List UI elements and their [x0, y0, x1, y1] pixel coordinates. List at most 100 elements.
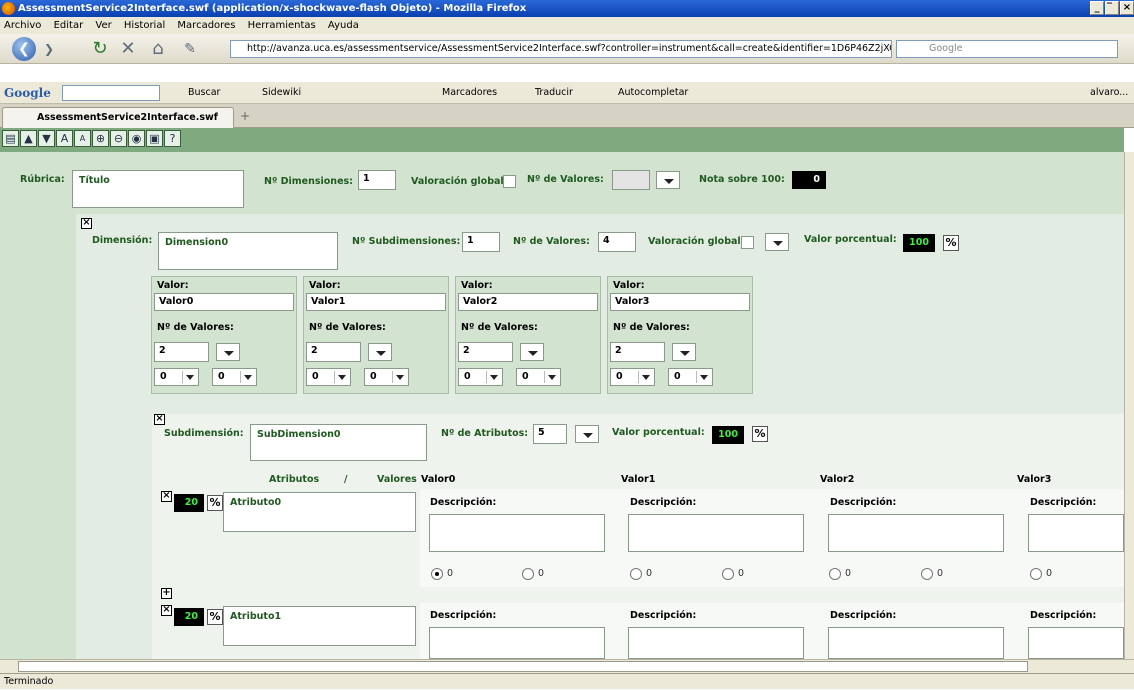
dim-global-dropdown[interactable] — [765, 233, 789, 251]
attr1-desc-input-2[interactable] — [828, 627, 1004, 659]
attr0-radio-6[interactable] — [1030, 568, 1042, 580]
tab-active[interactable]: AssessmentService2Interface.swf (... — [2, 107, 234, 143]
attr0-radio-1[interactable] — [522, 568, 534, 580]
up-arrow-icon[interactable]: ▲ — [20, 130, 37, 147]
subdimension-name-input[interactable]: SubDimension0 — [250, 424, 427, 461]
value-name-input-0[interactable]: Valor0 — [154, 293, 294, 311]
value-nv-input-2[interactable]: 2 — [458, 342, 513, 362]
help-icon[interactable]: ? — [164, 130, 181, 147]
google-user[interactable]: alvaro... — [1090, 82, 1128, 104]
n-attr-dropdown[interactable] — [575, 425, 599, 443]
menu-editar[interactable]: Editar — [54, 20, 84, 31]
attr0-radio-label-0: 0 — [447, 568, 454, 579]
attr0-radio-5[interactable] — [921, 568, 933, 580]
dim-pct-button[interactable]: % — [943, 235, 959, 251]
n-vals-dropdown[interactable] — [656, 171, 680, 189]
n-vals-input[interactable] — [612, 170, 650, 190]
wrench-icon[interactable]: ✎ — [180, 38, 200, 60]
attr1-pct-button[interactable]: % — [207, 609, 223, 625]
value-nv-input-0[interactable]: 2 — [154, 342, 209, 362]
attr0-name-input[interactable]: Atributo0 — [223, 492, 416, 532]
value-max-select-3[interactable]: 0 — [668, 368, 713, 386]
attr0-desc-input-3[interactable] — [1028, 514, 1124, 552]
value-max-select-0[interactable]: 0 — [212, 368, 257, 386]
down-arrow-icon[interactable]: ▼ — [38, 130, 55, 147]
value-nv-dropdown-1[interactable] — [368, 343, 392, 361]
zoom-in-icon[interactable]: ⊕ — [92, 130, 109, 147]
value-name-input-1[interactable]: Valor1 — [306, 293, 446, 311]
menu-herramientas[interactable]: Herramientas — [248, 20, 316, 31]
font-large-icon[interactable]: A — [56, 130, 73, 147]
print-icon[interactable]: ▣ — [146, 130, 163, 147]
google-marcadores[interactable]: Marcadores — [442, 82, 497, 104]
remove-attribute-0-button[interactable]: × — [161, 491, 172, 502]
value-nv-dropdown-3[interactable] — [672, 343, 696, 361]
menu-ver[interactable]: Ver — [95, 20, 111, 31]
attr1-desc-input-3[interactable] — [1028, 627, 1124, 659]
dimension-name-input[interactable]: Dimension0 — [158, 232, 338, 270]
close-button[interactable]: × — [1120, 1, 1134, 15]
vertical-scrollbar[interactable] — [1124, 152, 1134, 659]
value-min-select-1[interactable]: 0 — [306, 368, 351, 386]
attr0-radio-4[interactable] — [829, 568, 841, 580]
google-autocompletar[interactable]: Autocompletar — [618, 82, 688, 104]
stop-icon[interactable]: ✕ — [118, 38, 138, 60]
menu-marcadores[interactable]: Marcadores — [177, 20, 235, 31]
minimize-button[interactable]: _ — [1090, 1, 1104, 15]
sub-pct-button[interactable]: % — [752, 426, 768, 442]
attr0-radio-3[interactable] — [722, 568, 734, 580]
value-name-input-3[interactable]: Valor3 — [610, 293, 750, 311]
url-bar[interactable]: http://avanza.uca.es/assessmentservice/A… — [230, 40, 892, 58]
menu-historial[interactable]: Historial — [124, 20, 165, 31]
rubric-title-input[interactable]: Título — [72, 170, 244, 208]
attr0-pct-button[interactable]: % — [207, 495, 223, 511]
value-nv-dropdown-0[interactable] — [216, 343, 240, 361]
value-min-select-0[interactable]: 0 — [154, 368, 199, 386]
zoom-out-icon[interactable]: ⊖ — [110, 130, 127, 147]
attr0-desc-input-2[interactable] — [828, 514, 1004, 552]
attr0-desc-input-1[interactable] — [628, 514, 804, 552]
new-tab-button[interactable]: + — [240, 109, 250, 123]
remove-subdimension-button[interactable]: × — [154, 414, 165, 425]
value-min-select-2[interactable]: 0 — [458, 368, 503, 386]
horizontal-scrollbar[interactable] — [0, 659, 1134, 673]
preview-icon[interactable]: ◉ — [128, 130, 145, 147]
horizontal-scroll-thumb[interactable] — [18, 661, 1028, 672]
remove-dimension-button[interactable]: × — [81, 218, 92, 229]
font-small-icon[interactable]: A — [74, 130, 91, 147]
dim-n-vals-input[interactable]: 4 — [598, 232, 636, 252]
google-sidewiki[interactable]: Sidewiki — [262, 82, 301, 104]
back-button[interactable]: ❮ — [12, 37, 36, 61]
attr1-desc-input-1[interactable] — [628, 627, 804, 659]
save-icon[interactable]: ▤ — [2, 130, 19, 147]
attr1-desc-input-0[interactable] — [429, 627, 605, 659]
attr0-radio-2[interactable] — [630, 568, 642, 580]
value-nv-input-3[interactable]: 2 — [610, 342, 665, 362]
google-traducir[interactable]: Traducir — [535, 82, 573, 104]
search-input[interactable]: Google — [896, 40, 1118, 58]
google-search-input[interactable] — [62, 85, 160, 101]
home-icon[interactable]: ⌂ — [148, 38, 168, 60]
maximize-button[interactable]: ̅ — [1105, 1, 1119, 15]
menu-archivo[interactable]: Archivo — [4, 20, 41, 31]
remove-attribute-1-button[interactable]: × — [161, 605, 172, 616]
value-nv-dropdown-2[interactable] — [520, 343, 544, 361]
value-name-input-2[interactable]: Valor2 — [458, 293, 598, 311]
value-min-select-3[interactable]: 0 — [610, 368, 655, 386]
forward-button[interactable]: ❯ — [40, 38, 58, 60]
value-nv-input-1[interactable]: 2 — [306, 342, 361, 362]
n-sub-input[interactable]: 1 — [462, 232, 500, 252]
attr1-name-input[interactable]: Atributo1 — [223, 606, 416, 646]
attr0-radio-0[interactable] — [431, 568, 443, 580]
value-max-select-1[interactable]: 0 — [364, 368, 409, 386]
google-buscar[interactable]: Buscar — [188, 82, 220, 104]
attr0-desc-input-0[interactable] — [429, 514, 605, 552]
dim-global-checkbox[interactable] — [741, 236, 754, 249]
add-attribute-button[interactable]: + — [161, 588, 172, 599]
reload-icon[interactable]: ↻ — [90, 38, 110, 60]
global-checkbox[interactable] — [503, 175, 516, 188]
menu-ayuda[interactable]: Ayuda — [328, 20, 359, 31]
n-attr-input[interactable]: 5 — [533, 424, 567, 444]
n-dims-input[interactable]: 1 — [358, 170, 396, 190]
value-max-select-2[interactable]: 0 — [516, 368, 561, 386]
